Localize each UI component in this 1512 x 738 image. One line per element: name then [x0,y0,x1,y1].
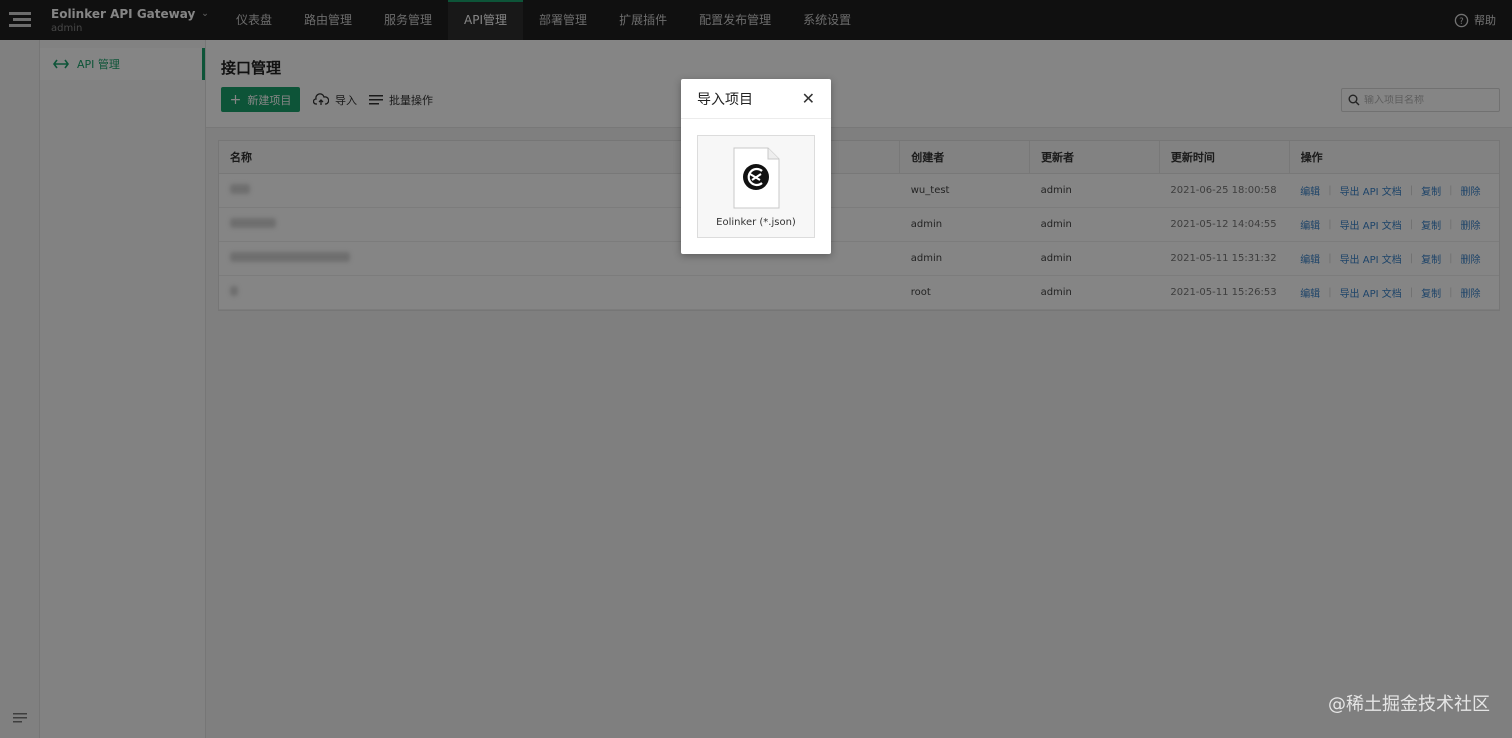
close-icon[interactable]: ✕ [802,90,815,107]
modal-header: 导入项目 ✕ [681,79,831,119]
watermark: @稀土掘金技术社区 [1328,694,1490,715]
modal-title: 导入项目 [697,91,753,108]
eolinker-file-icon [733,147,780,209]
import-project-modal: 导入项目 ✕ Eolinker (*.json) [681,79,831,254]
import-option-label: Eolinker (*.json) [716,217,796,228]
import-option-eolinker[interactable]: Eolinker (*.json) [697,135,815,238]
